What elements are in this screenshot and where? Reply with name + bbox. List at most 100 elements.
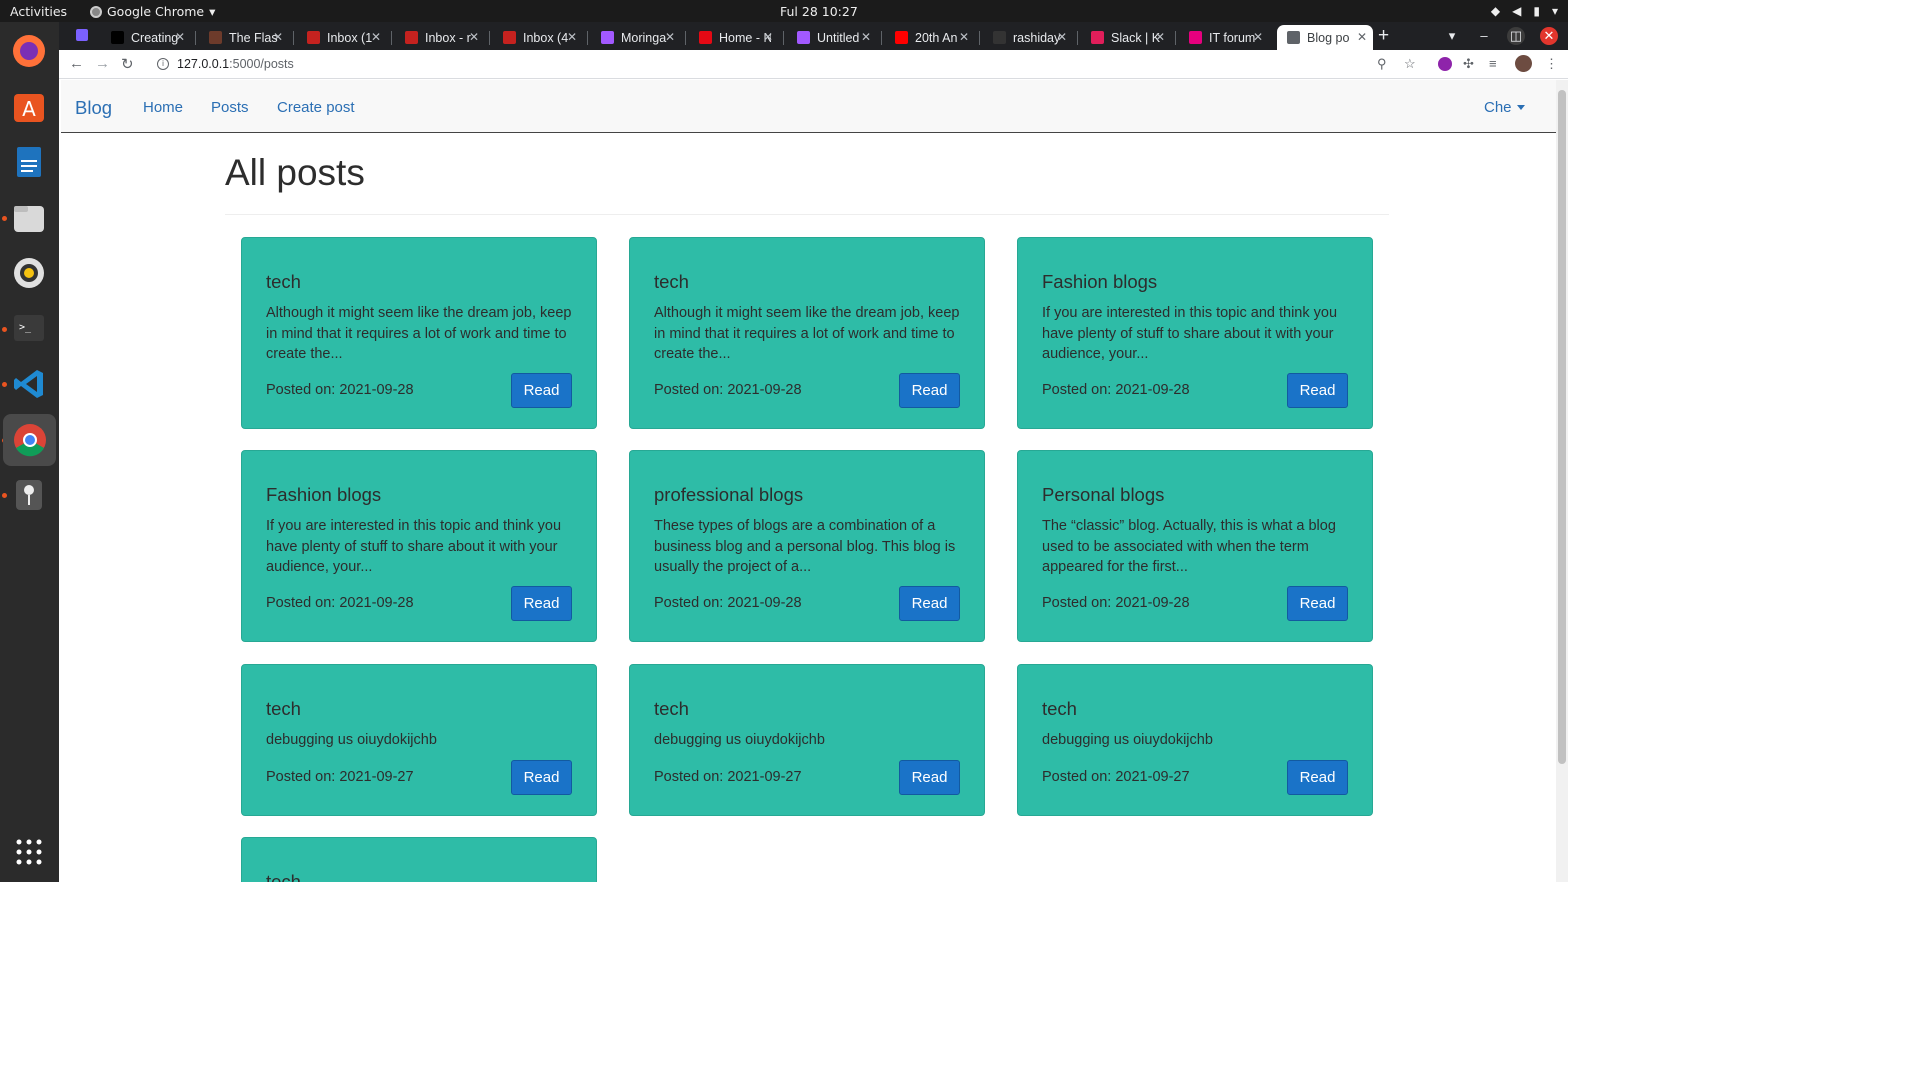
user-dropdown[interactable]: Che xyxy=(1484,99,1525,116)
vscode-dock-item[interactable] xyxy=(7,362,51,406)
extension-icon[interactable] xyxy=(1438,57,1452,71)
tab-close-icon[interactable]: ✕ xyxy=(469,30,479,44)
rhythmbox-dock-item[interactable] xyxy=(7,251,51,295)
scrollbar-thumb[interactable] xyxy=(1558,90,1566,764)
post-date: Posted on: 2021-09-28 xyxy=(266,595,414,611)
browser-tab[interactable]: Untitled ✕ xyxy=(787,25,877,50)
read-button[interactable]: Read xyxy=(899,373,960,408)
browser-tab[interactable]: IT forum ✕ xyxy=(1179,25,1269,50)
posted-on-label: Posted on: xyxy=(266,595,340,611)
close-window-icon[interactable]: ✕ xyxy=(1540,27,1558,45)
new-tab-button[interactable]: + xyxy=(1378,25,1389,47)
zoom-icon[interactable]: ⚲ xyxy=(1377,56,1387,72)
nav-create-post-link[interactable]: Create post xyxy=(277,99,355,116)
post-excerpt: debugging us oiuydokijchb xyxy=(1042,732,1213,748)
tab-close-icon[interactable]: ✕ xyxy=(1057,30,1067,44)
navbar-brand[interactable]: Blog xyxy=(75,97,112,119)
post-card: professional blogs These types of blogs a… xyxy=(629,450,985,642)
browser-tab[interactable]: Home - N ✕ xyxy=(689,25,779,50)
read-button[interactable]: Read xyxy=(511,760,572,795)
site-info-icon[interactable]: i xyxy=(157,58,169,70)
tab-list-icon[interactable]: ▾ xyxy=(1443,27,1461,45)
bookmark-star-icon[interactable]: ☆ xyxy=(1404,56,1416,72)
profile-avatar[interactable] xyxy=(1515,55,1532,72)
clock[interactable]: Ful 28 10:27 xyxy=(780,4,858,19)
post-date-value: 2021-09-28 xyxy=(727,382,802,398)
vscode-icon xyxy=(14,370,43,398)
browser-tab[interactable]: Inbox (4 ✕ xyxy=(493,25,583,50)
post-excerpt: debugging us oiuydokijchb xyxy=(266,732,437,748)
app-menu-caret-icon: ▾ xyxy=(209,4,216,19)
terminal-dock-item[interactable]: >_ xyxy=(7,306,51,350)
reload-icon[interactable]: ↻ xyxy=(121,55,134,73)
app-menu[interactable]: Google Chrome ▾ xyxy=(90,4,215,19)
show-apps-dock-item[interactable] xyxy=(7,830,51,874)
nav-home-link[interactable]: Home xyxy=(143,99,183,116)
browser-tab[interactable]: Inbox (1 ✕ xyxy=(297,25,387,50)
tab-close-icon[interactable]: ✕ xyxy=(959,30,969,44)
minimize-icon[interactable]: – xyxy=(1475,27,1493,45)
tab-close-icon[interactable]: ✕ xyxy=(1155,30,1165,44)
posted-on-label: Posted on: xyxy=(654,382,728,398)
restore-icon[interactable]: ◫ xyxy=(1507,27,1525,45)
tab-favicon-icon xyxy=(503,31,516,44)
tab-close-icon[interactable]: ✕ xyxy=(175,30,185,44)
reading-list-icon[interactable]: ≡ xyxy=(1489,56,1497,71)
files-dock-item[interactable] xyxy=(7,196,51,240)
firefox-dock-item[interactable] xyxy=(7,29,51,73)
read-button[interactable]: Read xyxy=(511,586,572,621)
chrome-dock-item[interactable] xyxy=(3,414,56,466)
system-tray[interactable]: ◆ ◀ ▮ ▾ xyxy=(1491,4,1558,18)
inspector-icon xyxy=(16,480,42,510)
tab-close-icon[interactable]: ✕ xyxy=(763,30,773,44)
post-title: tech xyxy=(266,271,301,292)
post-date: Posted on: 2021-09-27 xyxy=(266,769,414,785)
forward-icon[interactable]: → xyxy=(95,55,110,72)
browser-tab[interactable]: Creating ✕ xyxy=(101,25,191,50)
browser-tab[interactable]: Inbox - r ✕ xyxy=(395,25,485,50)
post-title: Personal blogs xyxy=(1042,484,1165,505)
tab-search-icon[interactable] xyxy=(76,29,88,41)
post-date-value: 2021-09-28 xyxy=(727,595,802,611)
chrome-menu-icon[interactable]: ⋮ xyxy=(1545,56,1558,72)
browser-tab[interactable]: Moringa ✕ xyxy=(591,25,681,50)
tab-close-icon[interactable]: ✕ xyxy=(273,30,283,44)
tab-close-icon[interactable]: ✕ xyxy=(665,30,675,44)
posted-on-label: Posted on: xyxy=(1042,595,1116,611)
app-grid-icon xyxy=(16,839,42,865)
read-button[interactable]: Read xyxy=(899,760,960,795)
tab-favicon-icon xyxy=(209,31,222,44)
activities-button[interactable]: Activities xyxy=(10,4,67,19)
tab-close-icon[interactable]: ✕ xyxy=(371,30,381,44)
back-icon[interactable]: ← xyxy=(69,55,84,72)
inspector-dock-item[interactable] xyxy=(7,473,51,517)
posted-on-label: Posted on: xyxy=(266,382,340,398)
wifi-icon: ◆ xyxy=(1490,4,1501,18)
title-divider xyxy=(225,214,1389,215)
read-button[interactable]: Read xyxy=(1287,760,1348,795)
browser-tab[interactable]: 20th An ✕ xyxy=(885,25,975,50)
tab-label: Blog po xyxy=(1307,30,1350,45)
tab-close-icon[interactable]: ✕ xyxy=(1357,30,1367,44)
browser-tab[interactable]: rashiday ✕ xyxy=(983,25,1073,50)
writer-dock-item[interactable] xyxy=(7,140,51,184)
read-button[interactable]: Read xyxy=(511,373,572,408)
post-excerpt: Although it might seem like the dream jo… xyxy=(654,305,960,362)
post-card: tech Although it might seem like the drea… xyxy=(629,237,985,429)
page-scrollbar[interactable] xyxy=(1556,80,1568,882)
read-button[interactable]: Read xyxy=(899,586,960,621)
browser-tab[interactable]: Slack | K ✕ xyxy=(1081,25,1171,50)
tab-close-icon[interactable]: ✕ xyxy=(1253,30,1263,44)
nav-posts-link[interactable]: Posts xyxy=(211,99,249,116)
folder-icon xyxy=(14,206,44,232)
address-bar[interactable]: i 127.0.0.1:5000/posts xyxy=(149,53,1419,75)
browser-tab[interactable]: The Flas ✕ xyxy=(199,25,289,50)
software-dock-item[interactable]: A xyxy=(7,85,51,129)
extensions-puzzle-icon[interactable]: ✣ xyxy=(1463,56,1474,72)
read-button[interactable]: Read xyxy=(1287,586,1348,621)
tab-close-icon[interactable]: ✕ xyxy=(861,30,871,44)
post-date-value: 2021-09-28 xyxy=(339,382,414,398)
tab-close-icon[interactable]: ✕ xyxy=(567,30,577,44)
browser-tab[interactable]: Blog po ✕ xyxy=(1277,25,1373,50)
read-button[interactable]: Read xyxy=(1287,373,1348,408)
